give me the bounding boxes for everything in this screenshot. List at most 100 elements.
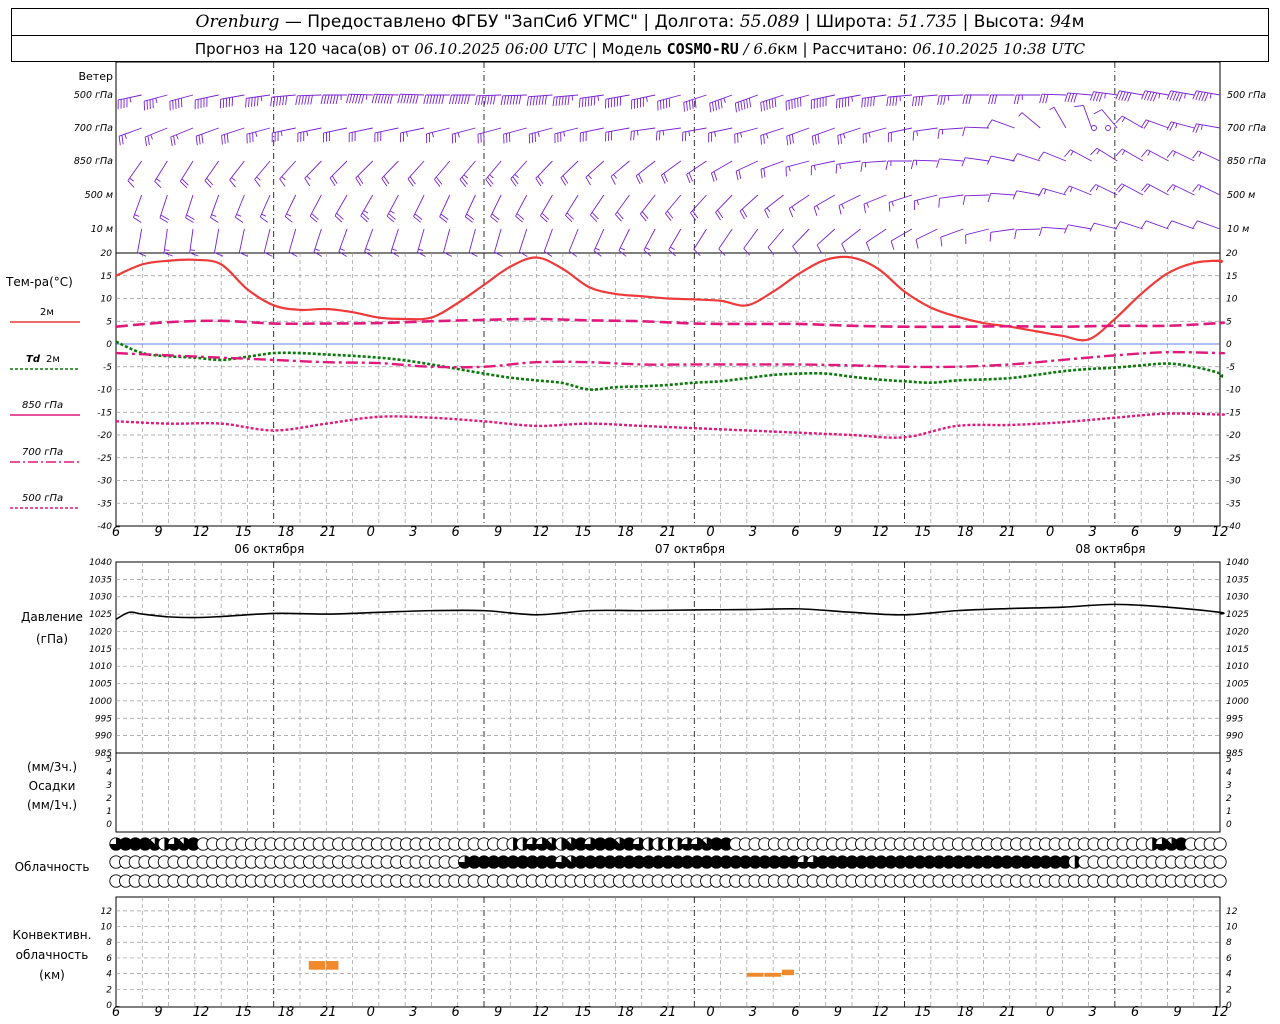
x-tick-label: 0	[367, 525, 375, 540]
wind-barb	[346, 93, 373, 104]
temp-y-tick-right: 15	[1226, 272, 1238, 282]
wind-barb	[355, 160, 374, 186]
wind-barb	[194, 94, 219, 110]
wind-barb	[490, 194, 502, 223]
conv-y-tick: 8	[106, 938, 112, 948]
x-tick-label: 9	[154, 1005, 162, 1020]
wind-barb	[836, 94, 861, 109]
pressure-unit-label: (гПа)	[36, 632, 68, 646]
wind-barb	[154, 160, 168, 189]
pressure-y-tick: 1005	[89, 680, 112, 690]
x-tick-label: 12	[872, 525, 889, 540]
wind-barb	[863, 194, 887, 214]
conv-cloud-bar	[326, 961, 339, 970]
wind-barb	[1166, 220, 1195, 230]
x-tick-label: 9	[154, 525, 162, 540]
pressure-y-tick-right: 1000	[1226, 697, 1249, 707]
wind-barb	[965, 228, 990, 245]
x-tick-label: 15	[914, 1005, 931, 1020]
wind-barb	[682, 127, 707, 142]
wind-barb	[1064, 149, 1092, 162]
wind-barb	[590, 194, 605, 222]
wind-level-500hpa: 500 гПа	[74, 90, 113, 101]
wind-barb	[661, 160, 682, 184]
wind-barb	[643, 228, 656, 257]
temp-y-tick: -40	[97, 522, 112, 532]
x-tick-label: 12	[193, 525, 210, 540]
pressure-y-tick-right: 1015	[1226, 645, 1249, 655]
conv-cloud-bar	[308, 961, 326, 970]
wind-barb	[1038, 187, 1067, 197]
conv-y-tick-right: 8	[1226, 938, 1232, 948]
wind-barb	[518, 228, 528, 257]
x-tick-label: 0	[1046, 525, 1054, 540]
wind-barb	[693, 228, 707, 257]
wind-barb	[320, 94, 348, 105]
wind-barb	[413, 194, 425, 223]
wind-barb	[912, 94, 938, 107]
wind-barb	[810, 94, 835, 110]
x-tick-label: 6	[112, 1005, 120, 1020]
x-tick-label: 6	[1131, 525, 1139, 540]
wind-barb	[937, 94, 964, 105]
wind-barb	[449, 94, 476, 105]
precip-y-tick: 5	[106, 755, 112, 765]
wind-barb	[170, 127, 194, 147]
t500-line	[115, 412, 1226, 439]
wind-barb	[204, 160, 220, 188]
cloud-circle-high	[1213, 837, 1227, 851]
pressure-y-tick: 995	[95, 714, 112, 724]
wind-barb	[1012, 153, 1041, 162]
temp-y-tick: -25	[97, 454, 112, 464]
temp-y-tick-right: -35	[1226, 499, 1241, 509]
conv-cloud-bar	[746, 972, 764, 977]
conv-cloud-label-1: Конвективн.	[13, 928, 92, 942]
wind-barb	[837, 127, 861, 145]
wind-barb	[560, 160, 579, 186]
temp-y-tick-right: -5	[1226, 363, 1235, 373]
wind-level-10m-right: 10 м	[1227, 224, 1249, 235]
wind-barb	[1014, 228, 1041, 239]
temperature-label: Тем-ра(°C)	[5, 275, 73, 289]
conv-y-tick-right: 2	[1226, 985, 1232, 995]
conv-y-tick-right: 12	[1226, 907, 1238, 917]
wind-barb	[785, 94, 810, 111]
wind-level-700hpa-right: 700 гПа	[1227, 123, 1266, 134]
x-tick-label: 21	[999, 525, 1016, 540]
wind-barb	[1063, 185, 1092, 196]
wind-barb	[1018, 112, 1041, 129]
wind-barb	[433, 160, 451, 187]
x-tick-label: 21	[660, 1005, 677, 1020]
pressure-y-tick-right: 1030	[1226, 593, 1249, 603]
cloud-cover-circles	[109, 837, 1227, 888]
wind-barb	[503, 127, 527, 144]
pressure-y-tick-right: 995	[1226, 714, 1243, 724]
cloud-circle-medium	[1213, 855, 1227, 869]
wind-barb	[665, 194, 682, 221]
x-tick-label: 9	[834, 525, 842, 540]
wind-barb	[407, 160, 425, 187]
precip-y-tick-right: 5	[1226, 755, 1232, 765]
wind-barb	[535, 160, 553, 187]
wind-barb	[1115, 115, 1144, 129]
wind-barb	[735, 160, 759, 181]
wind-barb	[913, 194, 938, 211]
conv-y-tick: 0	[106, 1001, 112, 1011]
x-tick-label: 18	[278, 1005, 295, 1020]
precip-y-tick-right: 4	[1226, 768, 1232, 778]
wind-barb	[1166, 121, 1195, 131]
wind-barb	[1192, 123, 1221, 134]
wind-barb	[259, 194, 271, 223]
precip-y-tick-right: 1	[1226, 807, 1232, 817]
wind-barb	[348, 127, 373, 143]
wind-barb	[709, 94, 733, 113]
conv-cloud-bar	[764, 972, 781, 977]
wind-barb	[767, 228, 784, 255]
wind-barb	[423, 94, 450, 105]
wind-barb	[710, 160, 733, 182]
wind-barb	[841, 228, 861, 253]
conv-y-tick: 6	[106, 954, 112, 964]
temp-y-tick: 10	[101, 295, 113, 305]
wind-barb	[937, 127, 964, 139]
x-tick-label: 9	[1173, 1005, 1181, 1020]
